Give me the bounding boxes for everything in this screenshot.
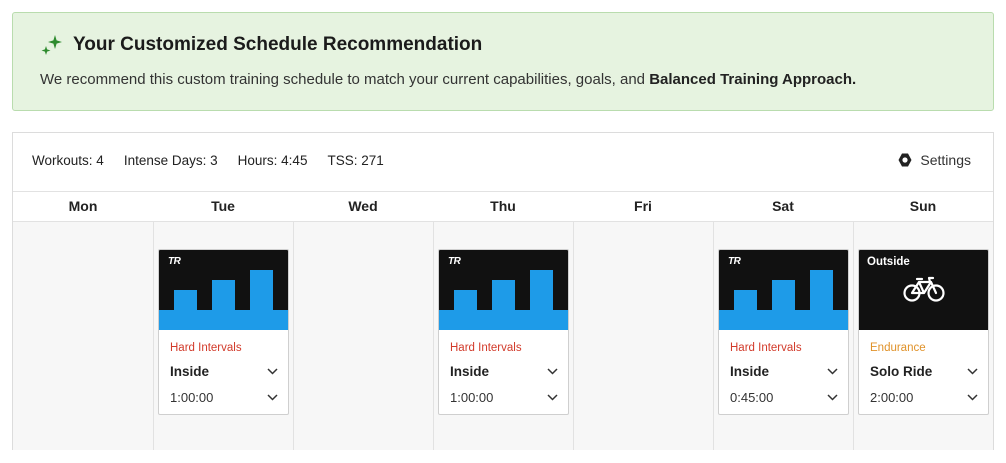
chevron-down-icon — [547, 393, 558, 401]
stat-intense-days: Intense Days: 3 — [123, 153, 218, 168]
day-mon: Mon — [68, 198, 98, 214]
workout-thumbnail: TR — [439, 250, 568, 330]
day-sun: Sun — [909, 198, 937, 214]
day-columns: TR Hard Intervals Inside 1:00:00 TR Hard… — [13, 222, 993, 450]
column-mon — [13, 222, 153, 450]
chevron-down-icon — [967, 393, 978, 401]
duration-select[interactable]: 1:00:00 — [170, 388, 278, 406]
hexagon-icon — [898, 153, 912, 167]
column-sat: TR Hard Intervals Inside 0:45:00 — [713, 222, 853, 450]
banner-title: Your Customized Schedule Recommendation — [73, 34, 483, 55]
schedule-panel: Workouts: 4 Intense Days: 3 Hours: 4:45 … — [12, 132, 994, 450]
chevron-down-icon — [827, 367, 838, 375]
column-sun: Outside Endurance Solo Ride 2:00:00 — [853, 222, 993, 450]
tr-logo: TR — [728, 256, 741, 267]
workout-profile-graphic — [159, 270, 288, 330]
location-select[interactable]: Inside — [170, 362, 278, 380]
recommendation-banner: Your Customized Schedule Recommendation … — [12, 12, 994, 111]
training-approach: Balanced Training Approach. — [649, 71, 857, 88]
location-select[interactable]: Inside — [730, 362, 838, 380]
workout-card-sun[interactable]: Outside Endurance Solo Ride 2:00:00 — [858, 249, 989, 415]
settings-button[interactable]: Settings — [897, 152, 971, 168]
chevron-down-icon — [827, 393, 838, 401]
workout-profile-graphic — [719, 270, 848, 330]
location-select[interactable]: Inside — [450, 362, 558, 380]
tr-logo: TR — [168, 256, 181, 267]
location-value: Inside — [450, 363, 490, 379]
outside-label: Outside — [867, 256, 910, 268]
day-fri: Fri — [634, 198, 652, 214]
column-tue: TR Hard Intervals Inside 1:00:00 — [153, 222, 293, 450]
location-select[interactable]: Solo Ride — [870, 362, 978, 380]
column-thu: TR Hard Intervals Inside 1:00:00 — [433, 222, 573, 450]
workout-profile-graphic — [439, 270, 568, 330]
workout-thumbnail: TR — [159, 250, 288, 330]
day-thu: Thu — [490, 198, 516, 214]
duration-value: 0:45:00 — [730, 389, 774, 405]
schedule-stats: Workouts: 4 Intense Days: 3 Hours: 4:45 … — [32, 153, 384, 168]
banner-text-body: We recommend this custom training schedu… — [40, 71, 646, 88]
duration-value: 1:00:00 — [450, 389, 494, 405]
workout-type: Hard Intervals — [450, 342, 522, 354]
sparkle-icon — [41, 35, 62, 55]
duration-value: 2:00:00 — [870, 389, 914, 405]
workout-type: Hard Intervals — [170, 342, 242, 354]
location-value: Inside — [730, 363, 770, 379]
stat-workouts: Workouts: 4 — [32, 153, 104, 168]
workout-thumbnail: Outside — [859, 250, 988, 330]
day-wed: Wed — [348, 198, 378, 214]
chevron-down-icon — [267, 367, 278, 375]
column-wed — [293, 222, 433, 450]
day-header-row: Mon Tue Wed Thu Fri Sat Sun — [13, 191, 993, 222]
location-value: Solo Ride — [870, 363, 933, 379]
stat-tss: TSS: 271 — [327, 153, 384, 168]
workout-type: Hard Intervals — [730, 342, 802, 354]
duration-value: 1:00:00 — [170, 389, 214, 405]
duration-select[interactable]: 1:00:00 — [450, 388, 558, 406]
day-sat: Sat — [772, 198, 794, 214]
column-fri — [573, 222, 713, 450]
tr-logo: TR — [448, 256, 461, 267]
chevron-down-icon — [967, 367, 978, 375]
workout-type: Endurance — [870, 342, 926, 354]
workout-card-tue[interactable]: TR Hard Intervals Inside 1:00:00 — [158, 249, 289, 415]
duration-select[interactable]: 0:45:00 — [730, 388, 838, 406]
chevron-down-icon — [547, 367, 558, 375]
stat-hours: Hours: 4:45 — [237, 153, 308, 168]
location-value: Inside — [170, 363, 210, 379]
banner-text: We recommend this custom training schedu… — [40, 71, 856, 88]
day-tue: Tue — [211, 198, 235, 214]
settings-label: Settings — [920, 152, 971, 168]
duration-select[interactable]: 2:00:00 — [870, 388, 978, 406]
workout-card-sat[interactable]: TR Hard Intervals Inside 0:45:00 — [718, 249, 849, 415]
workout-thumbnail: TR — [719, 250, 848, 330]
chevron-down-icon — [267, 393, 278, 401]
workout-card-thu[interactable]: TR Hard Intervals Inside 1:00:00 — [438, 249, 569, 415]
bicycle-icon — [903, 276, 945, 302]
